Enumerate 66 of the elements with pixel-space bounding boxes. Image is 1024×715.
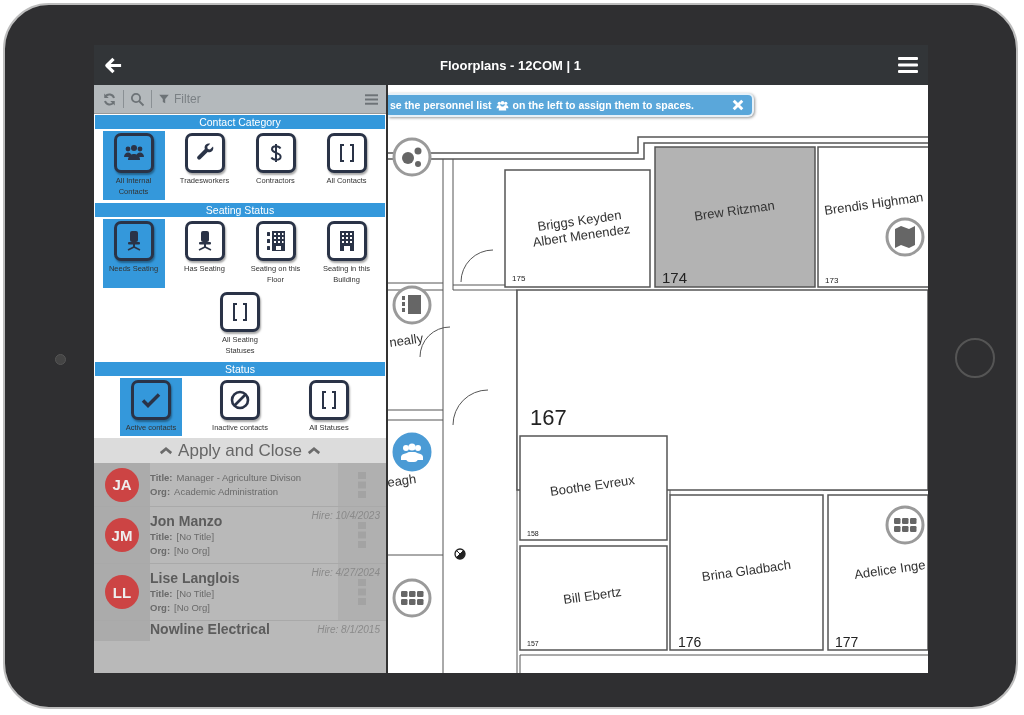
hint-text: on the left to assign them to spaces. [512,99,694,111]
contact-avatar: JM [105,518,139,552]
room-number: 173 [825,276,839,285]
room-occupant-names: Brendis Highman [823,189,925,218]
map-marker-icon[interactable] [885,217,925,257]
room-occupant-names: eagh [388,471,418,490]
funnel-icon [158,93,170,105]
contact-name: Lise Langlois [150,569,240,587]
field-label: Title: [150,586,173,601]
refresh-icon[interactable] [102,91,117,107]
room[interactable] [669,494,824,651]
menu-icon[interactable] [898,57,918,73]
room[interactable] [519,545,668,651]
chevron-up-icon [306,446,321,455]
room-number: 167 [530,405,567,430]
contact-name: Jon Manzo [150,512,223,530]
room-number: 175 [512,274,526,283]
section-header: Contact Category [95,115,385,129]
target-icon [454,548,466,560]
contact-row[interactable]: JA Title: Manager - Agriculture Divison Org: Academic Administration [94,463,386,507]
field-label: Title: [150,470,173,485]
field-label: Org: [150,484,171,499]
room-occupant-names: neally [388,330,425,350]
room-occupant-names: Adelice Inge [853,557,927,582]
room-occupant-names: Boothe Evreux [549,472,636,499]
floors-marker-icon[interactable] [392,285,432,325]
contact-name: Nowline Electrical [150,621,270,638]
field-label: Org: [150,543,171,558]
room[interactable] [827,494,928,651]
grid-marker-icon[interactable] [392,578,432,618]
room[interactable] [654,146,816,288]
back-arrow-icon[interactable] [104,55,123,75]
grid-marker-icon[interactable] [885,505,925,545]
people-marker-icon[interactable] [392,432,432,472]
field-label: Org: [150,600,171,615]
window-title: Floorplans - 12COM | 1 [439,57,582,73]
hint-text: se the personnel list [390,99,492,111]
close-icon[interactable] [732,99,744,111]
people-icon [495,99,509,111]
room[interactable] [504,169,651,288]
chevron-up-icon [159,446,174,455]
contact-title: [No Title] [176,586,215,601]
search-icon[interactable] [130,91,145,107]
contact-org: [No Org] [174,600,210,615]
camera-dot [55,354,66,365]
contact-avatar: LL [105,575,139,609]
field-label: Title: [150,529,173,544]
room-occupant-names: Bill Ebertz [562,584,623,608]
room[interactable] [519,435,668,541]
room-occupant-names: Brina Gladbach [700,556,792,585]
contact-title: [No Title] [176,529,215,544]
room-occupant-names: Brew Ritzman [693,197,776,224]
contact-title: Manager - Agriculture Divison [176,470,302,485]
contact-org: Academic Administration [174,484,279,499]
contact-avatar: JA [105,467,139,502]
blocked-icon [228,388,252,412]
section-header: Seating Status [95,203,385,217]
room-occupant-names: Briggs Keyden Albert Menendez [531,207,632,250]
filter-field[interactable]: Filter [174,92,274,106]
room-number: 177 [835,634,859,650]
contact-org: [No Org] [174,543,210,558]
section-header: Status [95,362,385,376]
room-number: 176 [678,634,702,650]
apply-and-close-button[interactable]: Apply and Close [94,438,386,463]
room-number: 174 [662,269,688,286]
room[interactable] [817,146,928,288]
